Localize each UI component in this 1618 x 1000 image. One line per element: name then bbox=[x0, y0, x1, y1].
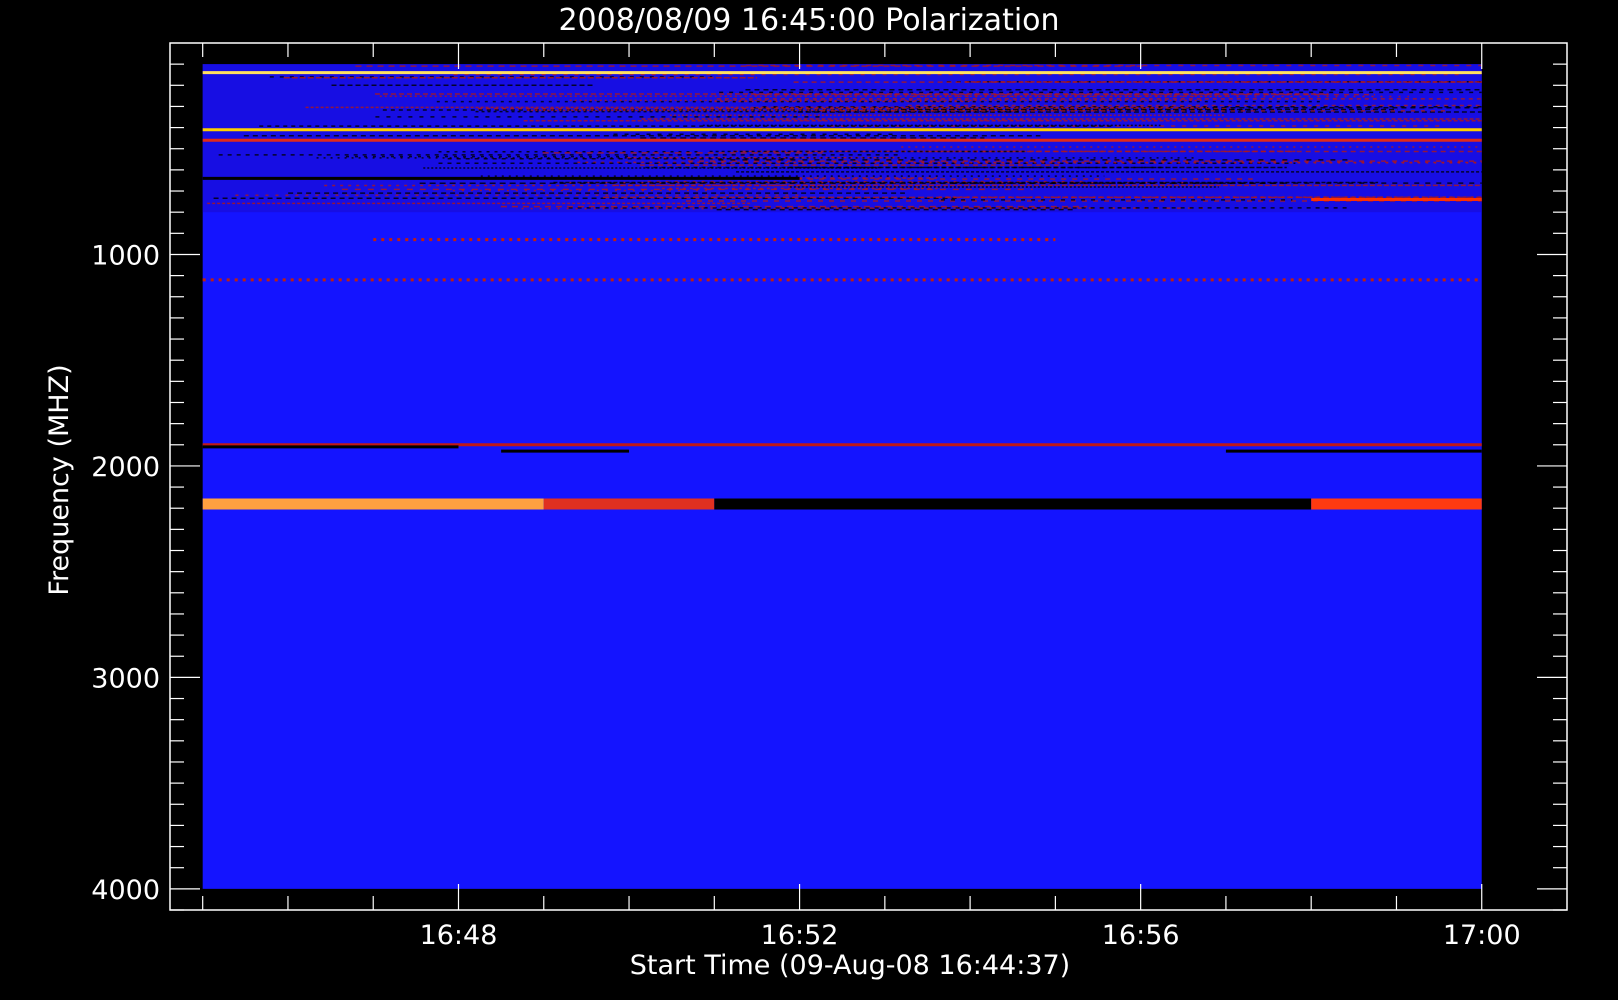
x-tick-label: 16:48 bbox=[420, 920, 498, 951]
noise-band bbox=[202, 64, 1482, 213]
y-tick-label: 4000 bbox=[91, 875, 160, 906]
x-tick-label: 16:56 bbox=[1102, 920, 1180, 951]
spectrogram-chart: 2008/08/09 16:45:00 Polarization 1000 200… bbox=[44, 3, 1568, 981]
y-tick-label: 3000 bbox=[91, 663, 160, 694]
x-tick-label: 16:52 bbox=[761, 920, 839, 951]
x-tick-label: 17:00 bbox=[1443, 920, 1521, 951]
y-tick-label: 1000 bbox=[91, 240, 160, 271]
x-axis-label: Start Time (09-Aug-08 16:44:37) bbox=[630, 950, 1070, 981]
y-axis-label: Frequency (MHZ) bbox=[44, 364, 75, 595]
chart-title: 2008/08/09 16:45:00 Polarization bbox=[558, 3, 1059, 38]
y-tick-label: 2000 bbox=[91, 452, 160, 483]
plot-area bbox=[202, 64, 1482, 889]
